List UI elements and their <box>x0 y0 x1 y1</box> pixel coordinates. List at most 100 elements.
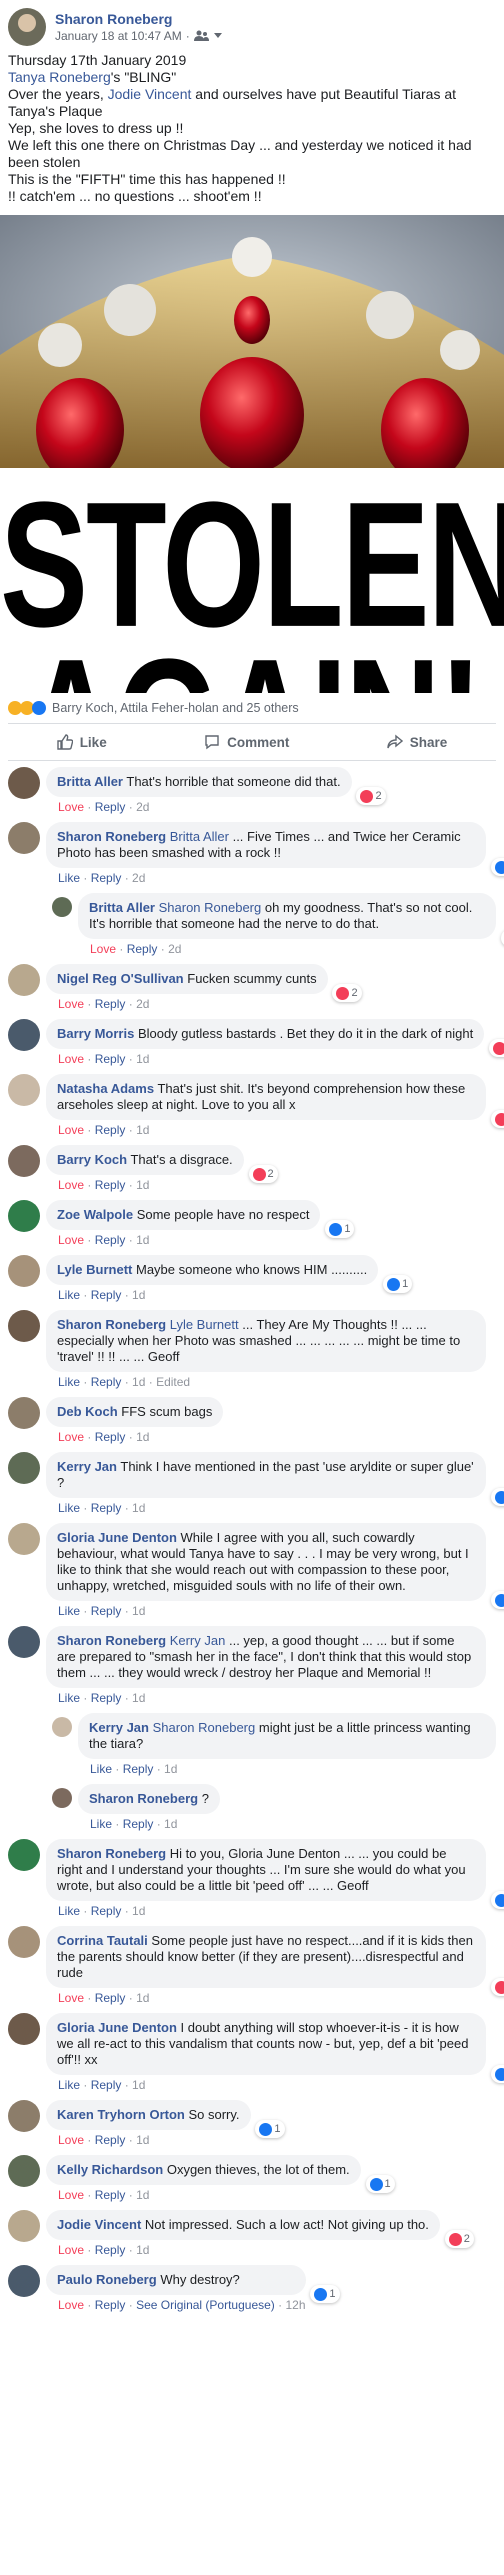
comment-time[interactable]: 1d <box>132 2078 145 2092</box>
mention-link[interactable]: Tanya Roneberg <box>8 69 111 85</box>
reply-link[interactable]: Reply <box>123 1817 154 1831</box>
commenter-avatar[interactable] <box>8 1255 40 1287</box>
comment-mention[interactable]: Britta Aller <box>170 829 229 844</box>
comment-time[interactable]: 1d <box>136 1430 149 1444</box>
commenter-avatar[interactable] <box>8 1452 40 1484</box>
commenter-avatar[interactable] <box>8 1310 40 1342</box>
comment-mention[interactable]: Lyle Burnett <box>170 1317 239 1332</box>
commenter-name[interactable]: Sharon Roneberg <box>57 1633 166 1648</box>
like-button[interactable]: Like <box>56 734 107 750</box>
commenter-avatar[interactable] <box>8 2265 40 2297</box>
like-link[interactable]: Like <box>58 1904 80 1918</box>
comment-time[interactable]: 1d <box>136 2188 149 2202</box>
share-button[interactable]: Share <box>387 734 447 750</box>
commenter-avatar[interactable] <box>8 1839 40 1871</box>
reaction-badge[interactable]: 2 <box>490 1978 504 1996</box>
post-image[interactable]: STOLEN AGAIN! <box>0 215 504 693</box>
commenter-name[interactable]: Jodie Vincent <box>57 2217 141 2232</box>
reply-link[interactable]: Reply <box>91 1375 122 1389</box>
love-link[interactable]: Love <box>58 2298 84 2312</box>
reaction-badge[interactable]: 1 <box>365 2175 395 2193</box>
reaction-badge[interactable]: 1 <box>310 2285 340 2303</box>
love-link[interactable]: Love <box>58 1052 84 1066</box>
reply-link[interactable]: Reply <box>95 1430 126 1444</box>
reactions-text[interactable]: Barry Koch, Attila Feher-holan and 25 ot… <box>52 701 299 715</box>
commenter-avatar[interactable] <box>8 1145 40 1177</box>
comment-time[interactable]: 1d <box>136 1233 149 1247</box>
love-link[interactable]: Love <box>58 1430 84 1444</box>
reaction-badge[interactable]: 2 <box>356 787 386 805</box>
commenter-name[interactable]: Gloria June Denton <box>57 2020 177 2035</box>
love-link[interactable]: Love <box>58 997 84 1011</box>
reply-link[interactable]: Reply <box>91 2078 122 2092</box>
reply-link[interactable]: Reply <box>95 2133 126 2147</box>
like-link[interactable]: Like <box>58 1604 80 1618</box>
comment-time[interactable]: 1d <box>132 1904 145 1918</box>
like-link[interactable]: Like <box>58 2078 80 2092</box>
commenter-avatar[interactable] <box>8 2100 40 2132</box>
commenter-name[interactable]: Lyle Burnett <box>57 1262 132 1277</box>
commenter-avatar[interactable] <box>8 1626 40 1658</box>
comment-time[interactable]: 12h <box>285 2298 305 2312</box>
love-link[interactable]: Love <box>58 800 84 814</box>
commenter-name[interactable]: Corrina Tautali <box>57 1933 148 1948</box>
commenter-avatar[interactable] <box>8 767 40 799</box>
reply-link[interactable]: Reply <box>91 1288 122 1302</box>
reaction-badge[interactable]: 2 <box>248 1165 278 1183</box>
reaction-badge[interactable]: 1 <box>255 2120 285 2138</box>
commenter-name[interactable]: Kelly Richardson <box>57 2162 163 2177</box>
commenter-name[interactable]: Kerry Jan <box>57 1459 117 1474</box>
like-link[interactable]: Like <box>90 1762 112 1776</box>
comment-time[interactable]: 1d <box>132 1691 145 1705</box>
commenter-avatar[interactable] <box>8 2155 40 2187</box>
reply-link[interactable]: Reply <box>91 1501 122 1515</box>
like-link[interactable]: Like <box>58 1501 80 1515</box>
reaction-badge[interactable]: 2 <box>489 1039 504 1057</box>
love-link[interactable]: Love <box>58 1178 84 1192</box>
love-link[interactable]: Love <box>58 1233 84 1247</box>
commenter-avatar[interactable] <box>8 1926 40 1958</box>
comment-time[interactable]: 1d <box>136 2243 149 2257</box>
comment-button[interactable]: Comment <box>204 734 289 750</box>
reply-link[interactable]: Reply <box>95 800 126 814</box>
reactions-summary[interactable]: Barry Koch, Attila Feher-holan and 25 ot… <box>8 693 496 724</box>
commenter-avatar[interactable] <box>8 1397 40 1429</box>
like-link[interactable]: Like <box>90 1817 112 1831</box>
reply-link[interactable]: Reply <box>95 1123 126 1137</box>
commenter-avatar[interactable] <box>52 897 72 917</box>
reaction-badge[interactable]: 1 <box>325 1220 355 1238</box>
reply-link[interactable]: Reply <box>91 871 122 885</box>
see-original-link[interactable]: See Original (Portuguese) <box>136 2298 275 2312</box>
comment-mention[interactable]: Kerry Jan <box>170 1633 226 1648</box>
comment-time[interactable]: 2d <box>136 997 149 1011</box>
comment-time[interactable]: 1d <box>136 1991 149 2005</box>
commenter-name[interactable]: Gloria June Denton <box>57 1530 177 1545</box>
love-link[interactable]: Love <box>58 2133 84 2147</box>
commenter-name[interactable]: Deb Koch <box>57 1404 118 1419</box>
love-link[interactable]: Love <box>58 2188 84 2202</box>
commenter-name[interactable]: Natasha Adams <box>57 1081 154 1096</box>
post-author[interactable]: Sharon Roneberg <box>55 11 222 27</box>
reply-link[interactable]: Reply <box>123 1762 154 1776</box>
reply-link[interactable]: Reply <box>95 1233 126 1247</box>
commenter-name[interactable]: Sharon Roneberg <box>57 1846 166 1861</box>
mention-link[interactable]: Jodie Vincent <box>108 86 192 102</box>
commenter-avatar[interactable] <box>8 2210 40 2242</box>
reaction-badge[interactable]: 2 <box>490 1110 504 1128</box>
like-link[interactable]: Like <box>58 871 80 885</box>
comment-time[interactable]: 1d <box>136 2133 149 2147</box>
commenter-name[interactable]: Paulo Roneberg <box>57 2272 157 2287</box>
like-link[interactable]: Like <box>58 1691 80 1705</box>
reply-link[interactable]: Reply <box>95 2243 126 2257</box>
reply-link[interactable]: Reply <box>95 1052 126 1066</box>
reaction-badge[interactable]: 1 <box>490 1488 504 1506</box>
reply-link[interactable]: Reply <box>127 942 158 956</box>
reply-link[interactable]: Reply <box>95 1991 126 2005</box>
reply-link[interactable]: Reply <box>91 1904 122 1918</box>
commenter-avatar[interactable] <box>8 822 40 854</box>
commenter-name[interactable]: Sharon Roneberg <box>89 1791 198 1806</box>
reply-link[interactable]: Reply <box>91 1691 122 1705</box>
love-link[interactable]: Love <box>58 1123 84 1137</box>
post-timestamp[interactable]: January 18 at 10:47 AM <box>55 29 182 43</box>
commenter-avatar[interactable] <box>8 1074 40 1106</box>
